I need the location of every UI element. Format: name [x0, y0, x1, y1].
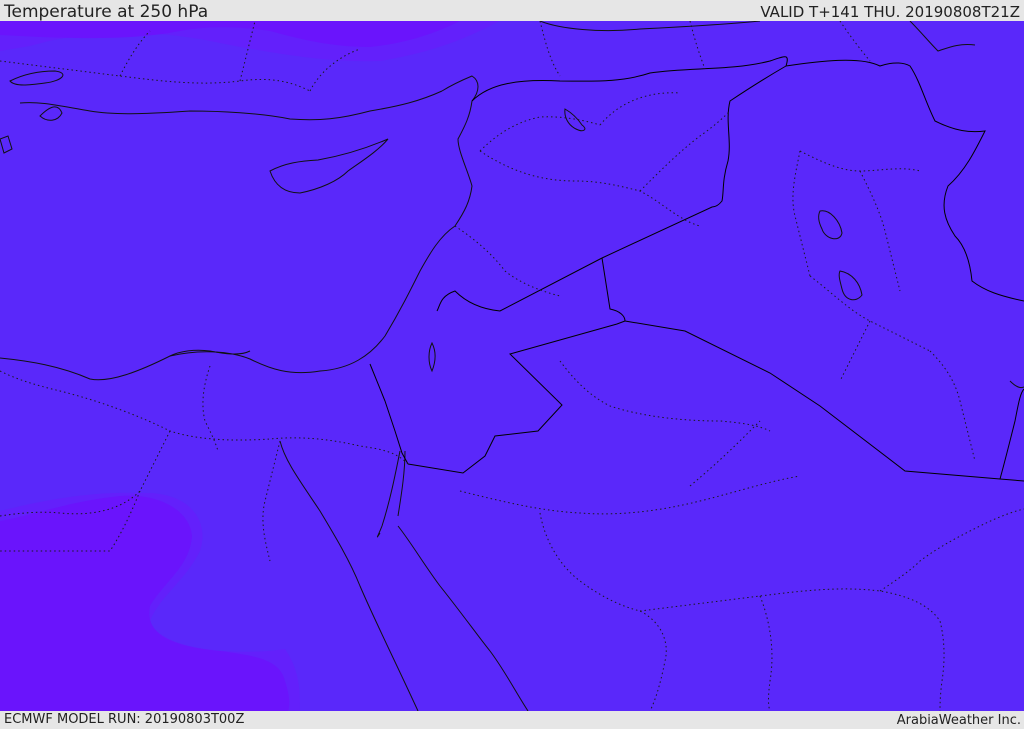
header-bar: Temperature at 250 hPa VALID T+141 THU. … — [0, 0, 1024, 21]
map-title: Temperature at 250 hPa — [4, 2, 209, 22]
model-run: ECMWF MODEL RUN: 20190803T00Z — [4, 712, 245, 727]
map-canvas[interactable] — [0, 21, 1024, 711]
valid-time: VALID T+141 THU. 20190808T21Z — [760, 3, 1020, 21]
footer-bar: ECMWF MODEL RUN: 20190803T00Z ArabiaWeat… — [0, 711, 1024, 729]
map-svg — [0, 21, 1024, 711]
credit-text: ArabiaWeather Inc. — [896, 713, 1021, 728]
